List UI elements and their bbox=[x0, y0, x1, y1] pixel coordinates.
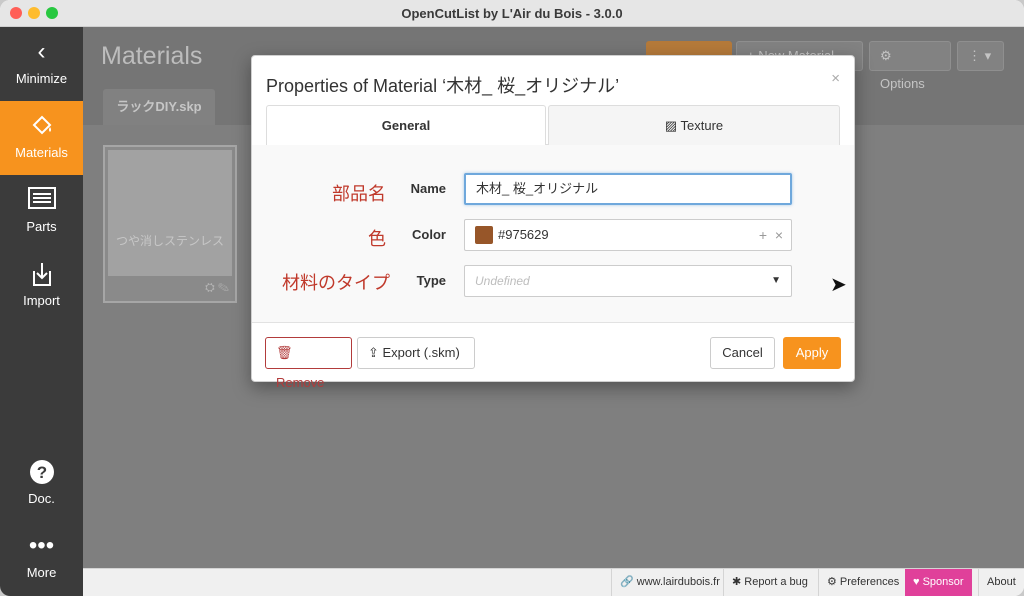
tab-texture[interactable]: ▨ Texture bbox=[548, 105, 840, 145]
kebab-icon: ⋮ ▾ bbox=[968, 48, 992, 63]
type-placeholder: Undefined bbox=[475, 274, 530, 288]
tab-general[interactable]: General bbox=[266, 105, 546, 146]
preferences-link[interactable]: ⚙ Preferences bbox=[818, 569, 907, 596]
mouse-cursor-icon: ➤ bbox=[830, 274, 847, 296]
apply-button[interactable]: Apply bbox=[783, 337, 841, 369]
page-title: Materials bbox=[101, 42, 203, 70]
website-link[interactable]: 🔗 www.lairdubois.fr bbox=[611, 569, 728, 596]
more-icon: ••• bbox=[28, 532, 55, 559]
name-label: Name bbox=[410, 181, 446, 196]
clear-icon[interactable]: × bbox=[775, 227, 783, 243]
paint-bucket-icon[interactable]: ⛭ ✎ bbox=[205, 280, 229, 295]
color-field[interactable]: #975629 + × bbox=[464, 219, 792, 251]
sidebar-item-minimize[interactable]: ‹ Minimize bbox=[0, 27, 83, 101]
paint-bucket-icon bbox=[0, 113, 83, 139]
material-card[interactable]: つや消しステンレス ⛭ ✎ bbox=[103, 145, 237, 303]
color-label: Color bbox=[412, 227, 446, 242]
gear-icon: ⚙ bbox=[827, 576, 840, 588]
sidebar: ‹ Minimize Materials Parts Import ? Doc.… bbox=[0, 27, 83, 596]
sidebar-item-label: Materials bbox=[15, 145, 68, 160]
chevron-down-icon: ▼ bbox=[771, 275, 781, 286]
report-bug-link[interactable]: ✱ Report a bug bbox=[723, 569, 816, 596]
type-annotation: 材料のタイプ bbox=[282, 273, 390, 293]
dialog-tabs: General ▨ Texture bbox=[266, 105, 840, 146]
sponsor-icon: ♥ bbox=[913, 576, 923, 588]
material-properties-dialog: Properties of Material ‘木材_ 桜_オリジナル’ × G… bbox=[251, 55, 855, 390]
file-tab[interactable]: ラックDIY.skp bbox=[103, 89, 215, 125]
sidebar-item-label: Minimize bbox=[15, 71, 68, 86]
import-icon bbox=[0, 261, 83, 287]
maximize-window-button[interactable] bbox=[46, 7, 58, 19]
close-icon[interactable]: × bbox=[831, 70, 840, 87]
color-value: #975629 bbox=[498, 227, 549, 242]
app-window: OpenCutList by L'Air du Bois - 3.0.0 ‹ M… bbox=[0, 0, 1024, 596]
export-icon: ⇪ bbox=[368, 345, 383, 360]
type-label: Type bbox=[416, 273, 446, 288]
sidebar-item-label: More bbox=[26, 565, 57, 580]
export-button[interactable]: ⇪ Export (.skm) bbox=[357, 337, 475, 369]
name-field[interactable]: 木材_ 桜_オリジナル bbox=[464, 173, 792, 205]
sidebar-item-more[interactable]: ••• More bbox=[0, 521, 83, 595]
close-window-button[interactable] bbox=[10, 7, 22, 19]
more-menu-button[interactable]: ⋮ ▾ bbox=[957, 41, 1004, 71]
link-icon: 🔗 bbox=[620, 576, 637, 588]
texture-icon: ▨ bbox=[664, 118, 681, 133]
color-swatch[interactable] bbox=[475, 225, 493, 244]
sidebar-item-label: Import bbox=[23, 293, 60, 308]
bug-icon: ✱ bbox=[732, 576, 745, 588]
minimize-window-button[interactable] bbox=[28, 7, 40, 19]
material-card-name: つや消しステンレス bbox=[116, 234, 225, 248]
title-bar: OpenCutList by L'Air du Bois - 3.0.0 bbox=[0, 0, 1024, 27]
chevron-left-icon: ‹ bbox=[37, 38, 46, 65]
sidebar-item-import[interactable]: Import bbox=[0, 249, 83, 323]
sidebar-item-doc[interactable]: ? Doc. bbox=[0, 447, 83, 521]
svg-text:?: ? bbox=[36, 463, 46, 482]
question-icon: ? bbox=[0, 459, 83, 485]
color-actions: + × bbox=[759, 220, 783, 250]
trash-icon: 🗑 bbox=[276, 345, 293, 360]
gear-icon: ⚙ bbox=[880, 48, 892, 63]
list-icon bbox=[0, 187, 83, 213]
window-title: OpenCutList by L'Air du Bois - 3.0.0 bbox=[401, 6, 623, 21]
dialog-title: Properties of Material ‘木材_ 桜_オリジナル’ bbox=[266, 76, 620, 96]
type-select[interactable]: Undefined ▼ bbox=[464, 265, 792, 297]
name-annotation: 部品名 bbox=[332, 184, 386, 204]
options-button[interactable]: ⚙ Options bbox=[869, 41, 951, 91]
sidebar-item-materials[interactable]: Materials bbox=[0, 101, 83, 175]
add-icon[interactable]: + bbox=[759, 227, 767, 243]
remove-button[interactable]: 🗑 Remove bbox=[265, 337, 352, 390]
sidebar-item-parts[interactable]: Parts bbox=[0, 175, 83, 249]
sponsor-link[interactable]: ♥ Sponsor bbox=[905, 569, 972, 596]
material-swatch: つや消しステンレス bbox=[108, 150, 232, 276]
sidebar-item-label: Doc. bbox=[28, 491, 55, 506]
footer: 🔗 www.lairdubois.fr ✱ Report a bug ⚙ Pre… bbox=[83, 568, 1024, 596]
color-annotation: 色 bbox=[368, 229, 386, 249]
cancel-button[interactable]: Cancel bbox=[710, 337, 775, 369]
dialog-body: 部品名 色 材料のタイプ Name 木材_ 桜_オリジナル Color #975… bbox=[252, 145, 854, 323]
about-link[interactable]: About bbox=[978, 569, 1024, 596]
sidebar-item-label: Parts bbox=[26, 219, 57, 234]
